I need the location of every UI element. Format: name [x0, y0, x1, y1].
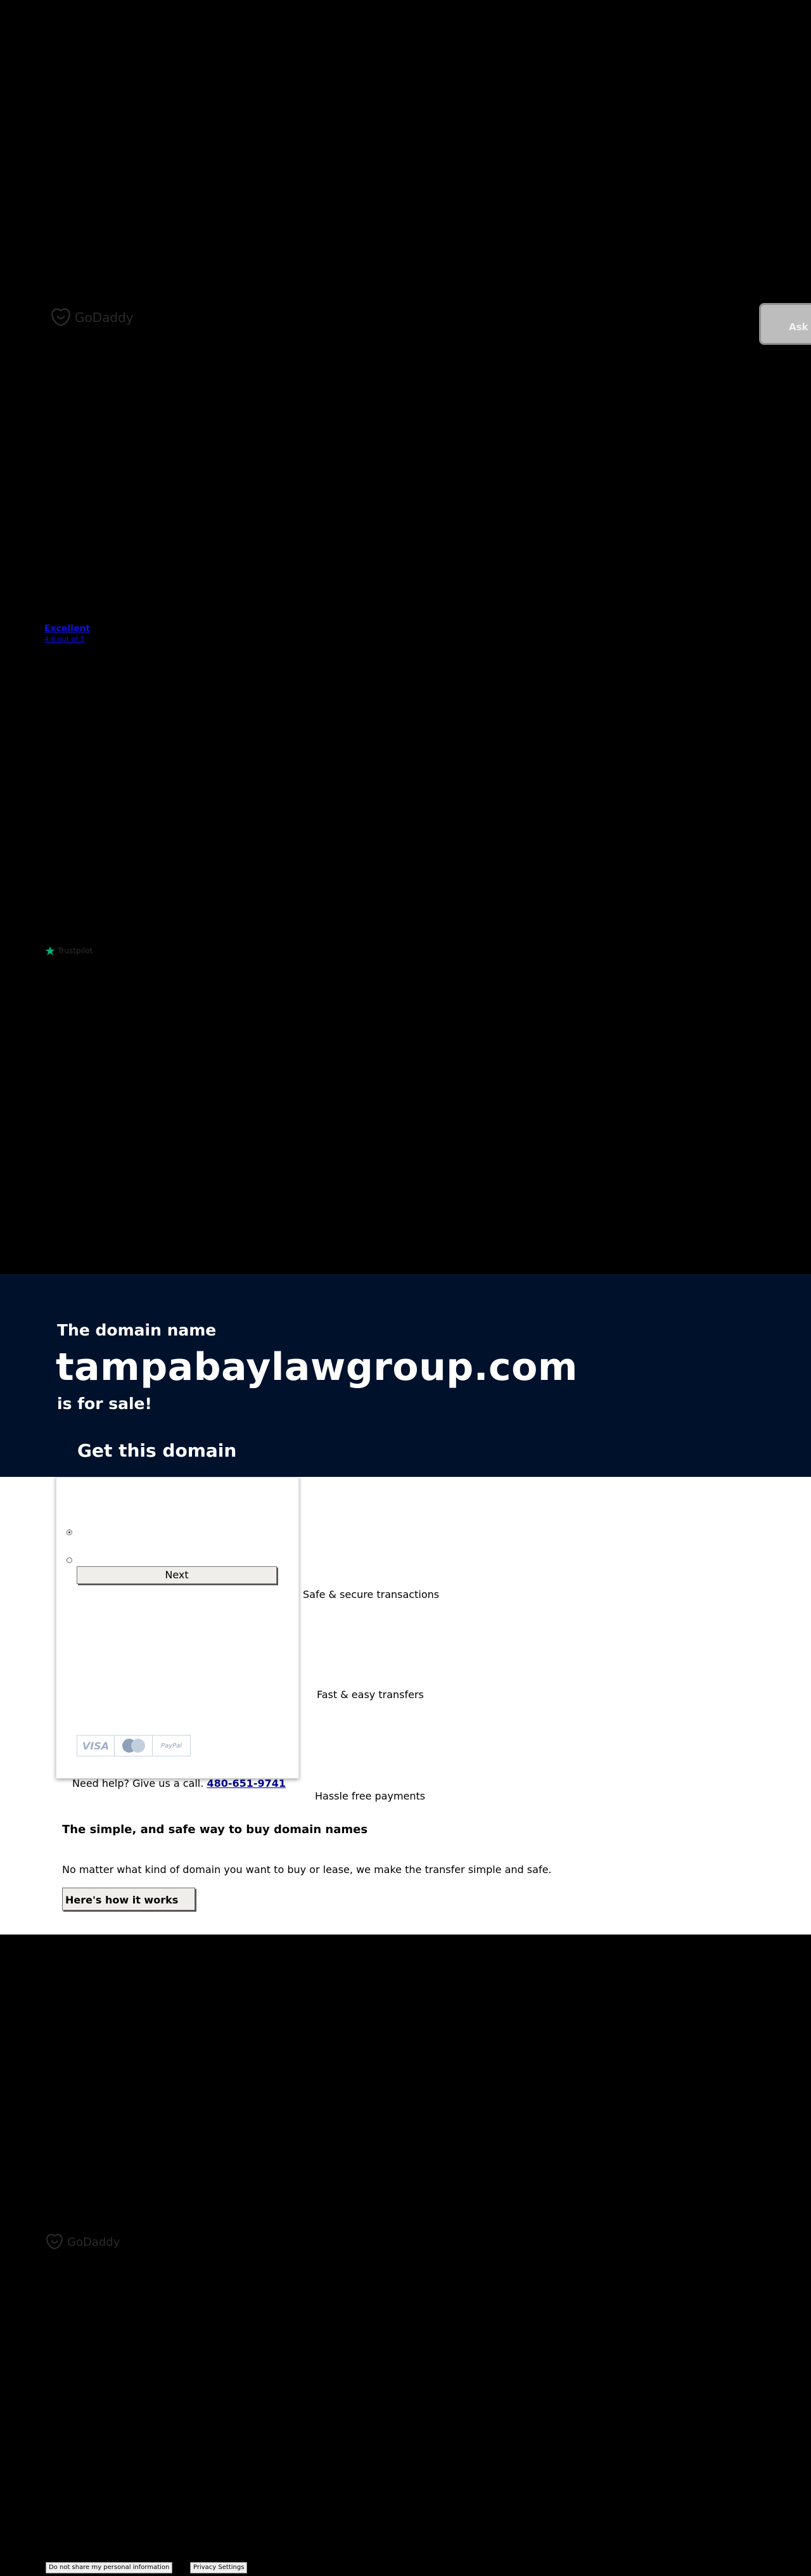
rating-label: Excellent: [44, 624, 91, 634]
trustpilot-logo[interactable]: ★ Trustpilot: [44, 944, 93, 957]
trustpilot-star-icon: ★: [44, 943, 56, 958]
ask-button[interactable]: Ask a: [759, 303, 811, 345]
privacy-settings-button[interactable]: Privacy Settings: [190, 2562, 248, 2573]
hero-pre-text: The domain name: [57, 1321, 217, 1339]
footer-logo-text: GoDaddy: [67, 2235, 120, 2249]
info-title: The simple, and safe way to buy domain n…: [62, 1823, 368, 1836]
purchase-card: Next VISA PayPal: [56, 1477, 299, 1779]
godaddy-logo-icon: [51, 308, 70, 326]
trustpilot-label: Trustpilot: [57, 946, 93, 955]
next-button[interactable]: Next: [77, 1566, 277, 1584]
phone-link[interactable]: 480-651-9741: [207, 1777, 286, 1789]
paypal-icon: PayPal: [153, 1735, 191, 1756]
godaddy-logo-text: GoDaddy: [75, 310, 134, 325]
make-offer-radio[interactable]: [67, 1557, 72, 1563]
mastercard-icon: [115, 1735, 153, 1756]
feature-fast-transfers: Fast & easy transfers: [317, 1689, 424, 1701]
feature-secure-transactions: Safe & secure transactions: [303, 1588, 440, 1600]
how-it-works-button[interactable]: Here's how it works: [62, 1888, 195, 1910]
feature-hassle-free-payments: Hassle free payments: [315, 1790, 426, 1802]
help-label: Need help? Give us a call.: [72, 1777, 204, 1789]
help-text: Need help? Give us a call. 480-651-9741: [72, 1777, 286, 1789]
visa-icon: VISA: [77, 1735, 115, 1756]
hero-post-text: is for sale!: [57, 1394, 152, 1413]
do-not-share-button[interactable]: Do not share my personal information: [46, 2562, 173, 2573]
trustpilot-rating[interactable]: Excellent 4.6 out of 5: [44, 624, 90, 643]
info-body: No matter what kind of domain you want t…: [62, 1864, 552, 1876]
hero-banner: The domain name tampabaylawgroup.com is …: [0, 1274, 811, 1477]
rating-sublabel: 4.6 out of 5: [44, 635, 85, 643]
get-domain-heading: Get this domain: [77, 1440, 237, 1461]
footer-godaddy-logo-icon: [46, 2234, 63, 2250]
ask-button-label: Ask a: [789, 321, 811, 333]
footer-godaddy-logo[interactable]: GoDaddy: [46, 2234, 120, 2250]
payment-methods: VISA PayPal: [77, 1735, 191, 1756]
domain-name: tampabaylawgroup.com: [56, 1345, 578, 1389]
main-content: Next VISA PayPal Need help? Give us a ca…: [0, 1477, 811, 1935]
buy-now-radio[interactable]: [67, 1530, 72, 1535]
godaddy-logo[interactable]: GoDaddy: [51, 308, 134, 327]
